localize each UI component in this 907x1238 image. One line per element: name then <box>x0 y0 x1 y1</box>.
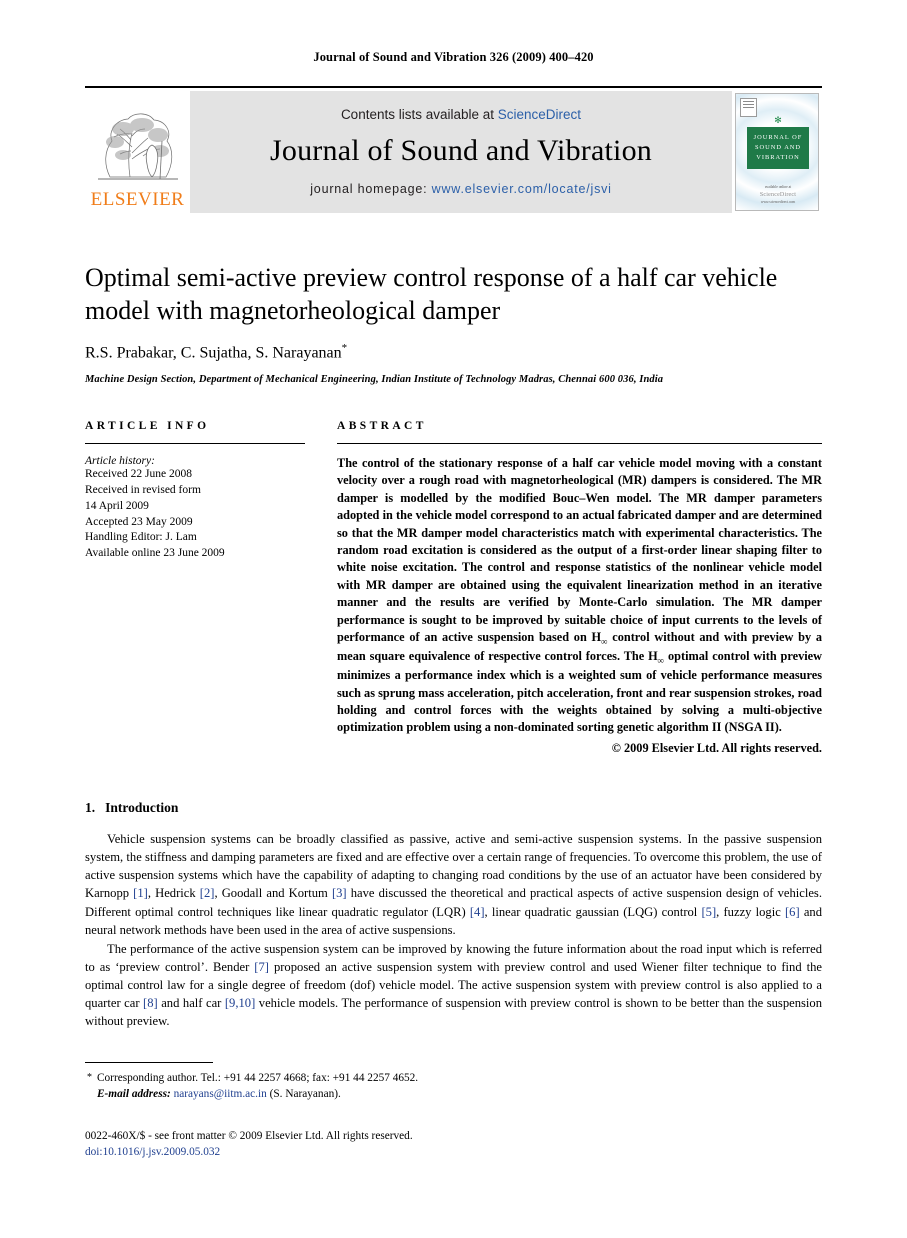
history-revised-label: Received in revised form <box>85 483 201 496</box>
info-abstract-section: ARTICLE INFO Article history: Received 2… <box>85 420 822 756</box>
citation-ref-3[interactable]: [3] <box>332 886 347 900</box>
homepage-url-link[interactable]: www.elsevier.com/locate/jsvi <box>432 182 612 196</box>
cover-title-line3: VIBRATION <box>756 153 800 161</box>
issn-doi-block: 0022-460X/$ - see front matter © 2009 El… <box>85 1128 585 1161</box>
email-link[interactable]: narayans@iitm.ac.in <box>174 1088 267 1100</box>
asterisk-icon: * <box>87 1072 92 1083</box>
footnote-email: E-mail address: narayans@iitm.ac.in (S. … <box>85 1086 465 1102</box>
citation-ref-4[interactable]: [4] <box>470 905 485 919</box>
history-accepted: Accepted 23 May 2009 <box>85 515 193 528</box>
citation-ref-7[interactable]: [7] <box>254 960 269 974</box>
introduction-section: 1. Introduction Vehicle suspension system… <box>85 800 822 1030</box>
intro-paragraph-2: The performance of the active suspension… <box>85 940 822 1031</box>
running-head: Journal of Sound and Vibration 326 (2009… <box>313 50 594 64</box>
cover-leaf-icon: ✻ <box>774 115 782 125</box>
footnote-corresponding-text: Corresponding author. Tel.: +91 44 2257 … <box>97 1072 419 1084</box>
citation-ref-6[interactable]: [6] <box>785 905 800 919</box>
email-owner: (S. Narayanan). <box>269 1088 341 1101</box>
history-received: Received 22 June 2008 <box>85 468 192 480</box>
abstract-text: The control of the stationary response o… <box>337 455 822 737</box>
intro-paragraph-1: Vehicle suspension systems can be broadl… <box>85 830 822 939</box>
history-revised-date: 14 April 2009 <box>85 499 149 512</box>
article-info-heading: ARTICLE INFO <box>85 420 210 432</box>
intro-p1-text-b: , Hedrick <box>147 886 200 901</box>
cover-footer-url: www.sciencedirect.com <box>760 199 796 204</box>
cover-title-line1: JOURNAL OF <box>753 134 803 142</box>
intro-p1-text-e: , linear quadratic gaussian (LQG) contro… <box>484 904 702 919</box>
citation-ref-2[interactable]: [2] <box>200 886 215 900</box>
elsevier-logo: ELSEVIER <box>85 91 190 213</box>
citation-ref-9-10[interactable]: [9,10] <box>225 996 255 1010</box>
journal-masthead: ELSEVIER Contents lists available at Sci… <box>85 86 822 213</box>
email-label: E-mail address: <box>97 1088 171 1101</box>
journal-banner: Contents lists available at ScienceDirec… <box>190 91 732 213</box>
article-info-column: ARTICLE INFO Article history: Received 2… <box>85 420 305 756</box>
cover-title-block: JOURNAL OF SOUND AND VIBRATION <box>747 127 809 169</box>
history-handling-editor: Handling Editor: J. Lam <box>85 531 197 544</box>
page-title: Optimal semi-active preview control resp… <box>85 263 778 325</box>
abstract-heading: ABSTRACT <box>337 420 427 432</box>
cover-footer: available online at ScienceDirect www.sc… <box>736 185 818 205</box>
abstract-copyright: © 2009 Elsevier Ltd. All rights reserved… <box>611 740 822 755</box>
article-info-rule <box>85 443 305 444</box>
footnote-rule <box>85 1062 213 1063</box>
affiliation: Machine Design Section, Department of Me… <box>85 373 664 385</box>
journal-cover-thumbnail[interactable]: ✻ JOURNAL OF SOUND AND VIBRATION availab… <box>732 91 822 213</box>
citation-ref-5[interactable]: [5] <box>701 905 716 919</box>
journal-article-page: Journal of Sound and Vibration 326 (2009… <box>0 0 907 1238</box>
abstract-rule <box>337 443 822 444</box>
masthead-top-rule <box>85 86 822 88</box>
section-heading-introduction: 1. Introduction <box>85 800 822 816</box>
cover-title-line2: SOUND AND <box>754 144 802 152</box>
journal-homepage-line: journal homepage: www.elsevier.com/locat… <box>310 182 612 196</box>
intro-p1-text-f: , fuzzy logic <box>716 904 785 919</box>
article-history-label: Article history: <box>85 455 155 467</box>
doi-link[interactable]: doi:10.1016/j.jsv.2009.05.032 <box>85 1144 585 1160</box>
sciencedirect-link[interactable]: ScienceDirect <box>498 107 581 122</box>
intro-p1-text-c: , Goodall and Kortum <box>214 886 332 901</box>
article-title-block: Optimal semi-active preview control resp… <box>85 262 822 385</box>
cover-elsevier-mark-icon <box>740 98 757 117</box>
author-list: R.S. Prabakar, C. Sujatha, S. Narayanan* <box>85 342 822 362</box>
intro-p2-text-c: and half car <box>157 996 225 1011</box>
abstract-part-1: The control of the stationary response o… <box>337 456 822 644</box>
citation-ref-8[interactable]: [8] <box>143 996 158 1010</box>
elsevier-tree-icon <box>90 107 186 189</box>
homepage-prefix: journal homepage: <box>310 181 432 196</box>
citation-ref-1[interactable]: [1] <box>133 886 148 900</box>
section-label: Introduction <box>105 800 179 815</box>
section-number: 1. <box>85 800 96 815</box>
corresponding-author-marker: * <box>341 341 348 354</box>
journal-title: Journal of Sound and Vibration <box>270 133 652 167</box>
issn-front-matter: 0022-460X/$ - see front matter © 2009 El… <box>85 1130 413 1142</box>
footnote-corresponding-author: * Corresponding author. Tel.: +91 44 2257… <box>85 1070 465 1086</box>
author-names: R.S. Prabakar, C. Sujatha, S. Narayanan <box>85 343 342 361</box>
contents-lists-line: Contents lists available at ScienceDirec… <box>341 107 581 122</box>
cover-footer-brand: ScienceDirect <box>759 191 797 198</box>
abstract-column: ABSTRACT The control of the stationary r… <box>337 420 822 756</box>
elsevier-wordmark: ELSEVIER <box>90 189 185 210</box>
footnote-block: * Corresponding author. Tel.: +91 44 2257… <box>85 1062 465 1102</box>
history-available-online: Available online 23 June 2009 <box>85 547 225 560</box>
contents-lists-prefix: Contents lists available at <box>340 106 498 122</box>
